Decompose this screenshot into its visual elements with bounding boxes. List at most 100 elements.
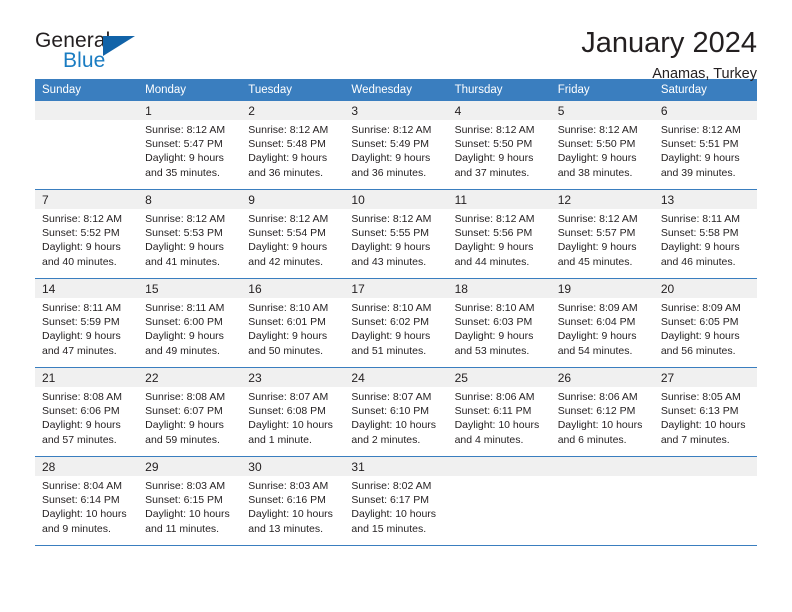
day-cell[interactable]: Sunrise: 8:12 AM Sunset: 5:51 PM Daylight:…	[654, 120, 757, 189]
day-cell[interactable]: Sunrise: 8:11 AM Sunset: 5:58 PM Daylight:…	[654, 209, 757, 278]
sunrise-text: Sunrise: 8:09 AM	[660, 302, 741, 314]
day-number[interactable]: 20	[654, 279, 757, 298]
day-number[interactable]: 17	[344, 279, 447, 298]
sunrise-text: Sunrise: 8:10 AM	[454, 302, 535, 314]
sunrise-text: Sunrise: 8:12 AM	[351, 213, 432, 225]
day-number[interactable]: 10	[344, 190, 447, 209]
day-number[interactable]: 25	[448, 368, 551, 387]
day-cell[interactable]: Sunrise: 8:11 AM Sunset: 6:00 PM Daylight:…	[138, 298, 241, 367]
weekday-header-friday: Friday	[557, 84, 590, 96]
day-cell[interactable]: Sunrise: 8:12 AM Sunset: 5:48 PM Daylight:…	[241, 120, 344, 189]
day-cell[interactable]: Sunrise: 8:12 AM Sunset: 5:56 PM Daylight:…	[448, 209, 551, 278]
sunset-text: Sunset: 6:01 PM	[248, 316, 326, 329]
day-cell[interactable]: Sunrise: 8:12 AM Sunset: 5:47 PM Daylight:…	[138, 120, 241, 189]
daylight-text-line1: Daylight: 9 hours	[145, 419, 224, 432]
calendar-page: General Blue January 2024 Anamas, Turkey…	[0, 0, 792, 612]
sunrise-text: Sunrise: 8:12 AM	[660, 124, 741, 136]
week-daynumber-row: 21 22 23 24 25 26 27	[35, 368, 757, 387]
daylight-text-line2: and 37 minutes.	[454, 166, 530, 179]
day-cell[interactable]: Sunrise: 8:06 AM Sunset: 6:12 PM Daylight:…	[551, 387, 654, 456]
general-blue-logo[interactable]: General Blue	[35, 28, 155, 76]
day-number[interactable]: 28	[35, 457, 138, 476]
sunrise-text: Sunrise: 8:06 AM	[454, 391, 535, 403]
day-cell[interactable]: Sunrise: 8:12 AM Sunset: 5:53 PM Daylight:…	[138, 209, 241, 278]
daylight-text-line2: and 54 minutes.	[557, 344, 633, 357]
day-cell[interactable]: Sunrise: 8:05 AM Sunset: 6:13 PM Daylight:…	[654, 387, 757, 456]
day-cell[interactable]: Sunrise: 8:02 AM Sunset: 6:17 PM Daylight:…	[344, 476, 447, 545]
day-cell[interactable]: Sunrise: 8:03 AM Sunset: 6:16 PM Daylight:…	[241, 476, 344, 545]
sunset-text: Sunset: 6:04 PM	[557, 316, 636, 329]
day-number[interactable]: 7	[35, 190, 138, 209]
day-number[interactable]: 8	[138, 190, 241, 209]
sunrise-text: Sunrise: 8:10 AM	[351, 302, 432, 314]
week-detail-row: Sunrise: 8:12 AM Sunset: 5:47 PM Daylight:…	[35, 120, 757, 189]
day-number[interactable]: 26	[551, 368, 654, 387]
day-number[interactable]: 13	[654, 190, 757, 209]
daylight-text-line2: and 6 minutes.	[557, 433, 627, 446]
day-number[interactable]: 4	[448, 101, 551, 120]
day-cell[interactable]: Sunrise: 8:09 AM Sunset: 6:05 PM Daylight:…	[654, 298, 757, 367]
logo-text-blue: Blue	[63, 49, 106, 72]
day-cell[interactable]: Sunrise: 8:06 AM Sunset: 6:11 PM Daylight:…	[448, 387, 551, 456]
sunrise-text: Sunrise: 8:12 AM	[248, 124, 329, 136]
day-number[interactable]: 1	[138, 101, 241, 120]
day-number[interactable]: 14	[35, 279, 138, 298]
sunrise-text: Sunrise: 8:12 AM	[557, 124, 638, 136]
week-detail-row: Sunrise: 8:11 AM Sunset: 5:59 PM Daylight:…	[35, 298, 757, 367]
day-number[interactable]: 11	[448, 190, 551, 209]
day-cell[interactable]: Sunrise: 8:08 AM Sunset: 6:06 PM Daylight:…	[35, 387, 138, 456]
day-number[interactable]: 18	[448, 279, 551, 298]
sunrise-text: Sunrise: 8:12 AM	[248, 213, 329, 225]
day-number[interactable]: 15	[138, 279, 241, 298]
sunset-text: Sunset: 6:17 PM	[351, 494, 430, 507]
day-cell[interactable]: Sunrise: 8:08 AM Sunset: 6:07 PM Daylight:…	[138, 387, 241, 456]
day-cell[interactable]: Sunrise: 8:12 AM Sunset: 5:50 PM Daylight:…	[448, 120, 551, 189]
daylight-text-line2: and 53 minutes.	[454, 344, 530, 357]
daylight-text-line2: and 41 minutes.	[145, 255, 220, 268]
day-cell[interactable]: Sunrise: 8:12 AM Sunset: 5:57 PM Daylight:…	[551, 209, 654, 278]
sunset-text: Sunset: 5:48 PM	[248, 138, 326, 151]
day-number[interactable]: 6	[654, 101, 757, 120]
day-number[interactable]: 12	[551, 190, 654, 209]
daylight-text-line2: and 36 minutes.	[351, 166, 427, 179]
day-number[interactable]: 27	[654, 368, 757, 387]
day-number[interactable]: 5	[551, 101, 654, 120]
page-header: General Blue January 2024 Anamas, Turkey	[35, 0, 757, 82]
day-number[interactable]: 29	[138, 457, 241, 476]
weeks-container: 1 2 3 4 5 6 Sunrise: 8:12 AM Sunset: 5:47 PM Day…	[35, 101, 757, 546]
daylight-text-line2: and 1 minute.	[248, 433, 312, 446]
daylight-text-line2: and 40 minutes.	[42, 255, 117, 268]
daylight-text-line2: and 13 minutes.	[248, 522, 323, 535]
day-cell[interactable]: Sunrise: 8:11 AM Sunset: 5:59 PM Daylight:…	[35, 298, 138, 367]
day-number[interactable]: 19	[551, 279, 654, 298]
day-cell[interactable]: Sunrise: 8:07 AM Sunset: 6:08 PM Daylight:…	[241, 387, 344, 456]
day-cell[interactable]: Sunrise: 8:10 AM Sunset: 6:02 PM Daylight:…	[344, 298, 447, 367]
week-detail-row: Sunrise: 8:04 AM Sunset: 6:14 PM Daylight:…	[35, 476, 757, 545]
day-number[interactable]: 9	[241, 190, 344, 209]
sunrise-text: Sunrise: 8:09 AM	[557, 302, 638, 314]
day-number[interactable]: 30	[241, 457, 344, 476]
day-cell[interactable]: Sunrise: 8:12 AM Sunset: 5:55 PM Daylight:…	[344, 209, 447, 278]
day-cell[interactable]: Sunrise: 8:12 AM Sunset: 5:50 PM Daylight:…	[551, 120, 654, 189]
day-number[interactable]: 24	[344, 368, 447, 387]
day-cell[interactable]: Sunrise: 8:10 AM Sunset: 6:03 PM Daylight:…	[448, 298, 551, 367]
day-cell[interactable]: Sunrise: 8:03 AM Sunset: 6:15 PM Daylight:…	[138, 476, 241, 545]
day-number[interactable]: 23	[241, 368, 344, 387]
daylight-text-line1: Daylight: 9 hours	[454, 241, 534, 254]
day-number[interactable]: 31	[344, 457, 447, 476]
day-number[interactable]: 21	[35, 368, 138, 387]
day-cell[interactable]: Sunrise: 8:07 AM Sunset: 6:10 PM Daylight:…	[344, 387, 447, 456]
day-cell[interactable]: Sunrise: 8:12 AM Sunset: 5:54 PM Daylight:…	[241, 209, 344, 278]
daylight-text-line2: and 43 minutes.	[351, 255, 427, 268]
day-cell[interactable]: Sunrise: 8:12 AM Sunset: 5:52 PM Daylight:…	[35, 209, 138, 278]
day-number[interactable]: 3	[344, 101, 447, 120]
day-number[interactable]: 16	[241, 279, 344, 298]
day-cell[interactable]: Sunrise: 8:09 AM Sunset: 6:04 PM Daylight:…	[551, 298, 654, 367]
day-cell[interactable]: Sunrise: 8:10 AM Sunset: 6:01 PM Daylight:…	[241, 298, 344, 367]
sunset-text: Sunset: 5:55 PM	[351, 227, 430, 240]
daylight-text-line2: and 15 minutes.	[351, 522, 427, 535]
day-number[interactable]: 22	[138, 368, 241, 387]
day-cell[interactable]: Sunrise: 8:04 AM Sunset: 6:14 PM Daylight:…	[35, 476, 138, 545]
day-cell[interactable]: Sunrise: 8:12 AM Sunset: 5:49 PM Daylight:…	[344, 120, 447, 189]
day-number[interactable]: 2	[241, 101, 344, 120]
